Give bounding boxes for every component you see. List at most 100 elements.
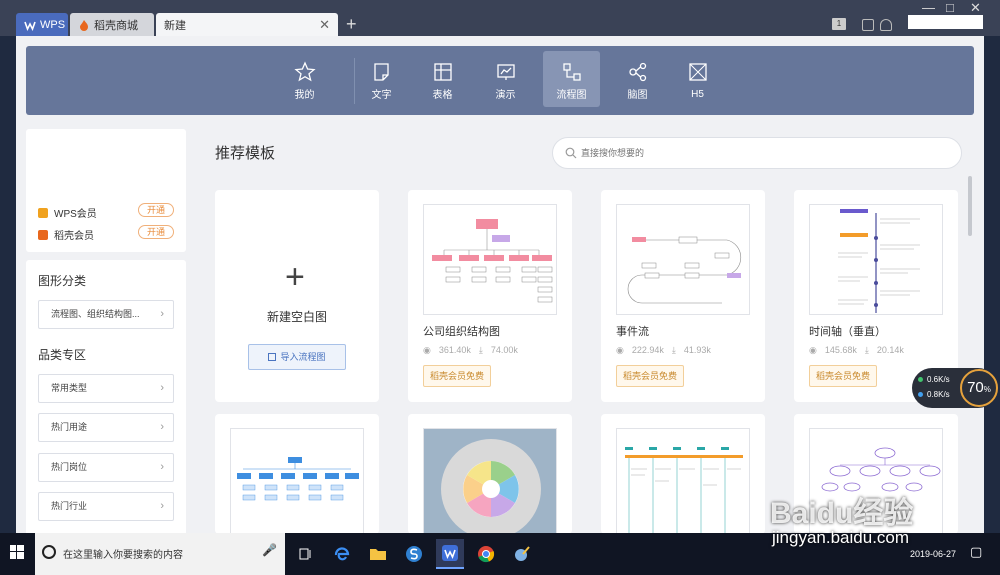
page-title: 推荐模板: [215, 145, 276, 162]
download-icon: ⤓: [478, 345, 483, 355]
star-icon: [293, 61, 316, 82]
template-thumbnail: [423, 428, 557, 533]
wps-taskbar-icon[interactable]: [436, 539, 464, 569]
windows-start-icon[interactable]: [10, 545, 24, 562]
chevron-right-icon: ›: [160, 421, 164, 433]
chevron-right-icon: ›: [160, 382, 164, 394]
new-blank-card[interactable]: + 新建空白图 导入流程图: [215, 190, 379, 402]
microphone-icon[interactable]: 🎤: [262, 543, 277, 557]
sogou-icon[interactable]: [400, 539, 428, 569]
wps-member-open-button[interactable]: 开通: [138, 203, 174, 217]
shirt-icon[interactable]: [880, 19, 892, 31]
zone-item-common-types[interactable]: 常用类型 ›: [38, 374, 174, 403]
baidu-watermark: Baidu经验: [770, 497, 914, 530]
wps-logo-icon: [24, 19, 36, 31]
taskbar-search-text: 在这里输入你要搜索的内容: [63, 550, 183, 561]
notification-icon[interactable]: ▢: [970, 544, 982, 560]
task-view-icon[interactable]: [292, 539, 320, 569]
template-card[interactable]: [215, 414, 379, 533]
download-icon: ⤓: [864, 345, 869, 355]
chevron-right-icon: ›: [160, 500, 164, 512]
mindmap-icon: [628, 62, 646, 82]
file-explorer-icon[interactable]: [364, 539, 392, 569]
ribbon-item-h5[interactable]: H5: [669, 51, 726, 107]
scrollbar-thumb[interactable]: [968, 176, 972, 236]
zone-item-hot-positions[interactable]: 热门岗位 ›: [38, 453, 174, 482]
app-content: 我的 文字 表格 演示 流程图 脑图 H5 WPS会员 开通 稻壳会员 开通 图…: [16, 36, 984, 533]
ribbon-item-writer[interactable]: 文字: [353, 51, 410, 107]
presentation-icon: [496, 64, 515, 80]
search-icon: [565, 147, 577, 159]
template-card[interactable]: 公司组织结构图 ◉ 361.40k ⤓ 74.00k 稻壳会员免费: [408, 190, 572, 402]
template-stats: ◉ 145.68k ⤓ 20.14k: [809, 345, 904, 355]
template-thumbnail: [616, 428, 750, 533]
upload-dot-icon: [918, 377, 923, 382]
zone-heading: 品类专区: [38, 348, 87, 362]
search-input[interactable]: [581, 144, 941, 162]
tab-wps[interactable]: WPS: [16, 13, 68, 36]
tab-docer-shop[interactable]: 稻壳商城: [70, 13, 154, 36]
template-card[interactable]: [601, 414, 765, 533]
system-date[interactable]: 2019-06-27: [905, 549, 961, 559]
import-flowchart-button[interactable]: 导入流程图: [248, 344, 346, 370]
chevron-right-icon: ›: [160, 461, 164, 473]
close-window-button[interactable]: ✕: [970, 0, 981, 16]
ribbon-item-presentation[interactable]: 演示: [477, 51, 534, 107]
table-icon: [433, 63, 452, 81]
skin-icon[interactable]: [862, 19, 874, 31]
docer-member-open-button[interactable]: 开通: [138, 225, 174, 239]
category-heading: 图形分类: [38, 274, 87, 288]
document-icon: [373, 63, 389, 81]
category-ribbon: 我的 文字 表格 演示 流程图 脑图 H5: [26, 46, 974, 115]
taskbar-search[interactable]: 在这里输入你要搜索的内容 🎤: [35, 533, 285, 575]
wps-member-icon: [38, 207, 48, 218]
chevron-right-icon: ›: [160, 308, 164, 320]
tab-label: WPS: [40, 18, 66, 31]
membership-panel: WPS会员 开通 稻壳会员 开通: [26, 129, 186, 252]
download-dot-icon: [918, 392, 923, 397]
title-bar: WPS 稻壳商城 新建 ✕ + 1 — □ ✕: [0, 0, 1000, 36]
docer-member-icon: [38, 229, 48, 240]
free-tag: 稻壳会员免费: [809, 365, 878, 387]
category-sidebar: 图形分类 流程图、组织结构图... › 品类专区 常用类型 › 热门用途 › 热…: [26, 260, 186, 533]
template-name: 事件流: [616, 326, 649, 338]
template-thumbnail: [230, 428, 364, 533]
zone-item-hot-uses[interactable]: 热门用途 ›: [38, 413, 174, 442]
edge-browser-icon[interactable]: [328, 539, 356, 569]
ribbon-item-mine[interactable]: 我的: [276, 51, 333, 107]
template-thumbnail: [616, 204, 750, 315]
h5-icon: [688, 63, 707, 81]
watermark-url: jingyan.baidu.com: [772, 528, 910, 547]
template-stats: ◉ 361.40k ⤓ 74.00k: [423, 345, 518, 355]
eye-icon: ◉: [809, 345, 817, 355]
eye-icon: ◉: [616, 345, 624, 355]
new-tab-button[interactable]: +: [346, 13, 357, 35]
zone-item-hot-industries[interactable]: 热门行业 ›: [38, 492, 174, 521]
ribbon-item-mindmap[interactable]: 脑图: [609, 51, 666, 107]
docer-flame-icon: [78, 19, 90, 31]
template-stats: ◉ 222.94k ⤓ 41.93k: [616, 345, 711, 355]
template-search[interactable]: [552, 137, 962, 169]
page-count-badge[interactable]: 1: [832, 18, 846, 30]
chrome-icon[interactable]: [472, 539, 500, 569]
upload-speed: 0.6K/s: [918, 375, 950, 384]
category-select[interactable]: 流程图、组织结构图... ›: [38, 300, 174, 329]
maximize-button[interactable]: □: [946, 0, 954, 15]
tab-new[interactable]: 新建 ✕: [156, 13, 338, 36]
cortana-icon: [42, 545, 56, 559]
template-card[interactable]: 事件流 ◉ 222.94k ⤓ 41.93k 稻壳会员免费: [601, 190, 765, 402]
ribbon-item-sheet[interactable]: 表格: [414, 51, 471, 107]
template-thumbnail: [809, 204, 943, 315]
template-card[interactable]: [408, 414, 572, 533]
plus-icon: +: [285, 258, 305, 296]
minimize-button[interactable]: —: [922, 0, 935, 15]
download-icon: ⤓: [671, 345, 676, 355]
close-icon[interactable]: ✕: [319, 17, 330, 33]
network-speed-widget[interactable]: 0.6K/s 0.8K/s 70%: [912, 368, 998, 408]
ribbon-item-flowchart[interactable]: 流程图: [543, 51, 600, 107]
eye-icon: ◉: [423, 345, 431, 355]
free-tag: 稻壳会员免费: [423, 365, 492, 387]
paint-app-icon[interactable]: [508, 539, 536, 569]
tab-label: 新建: [164, 19, 186, 32]
user-account[interactable]: [908, 15, 983, 29]
